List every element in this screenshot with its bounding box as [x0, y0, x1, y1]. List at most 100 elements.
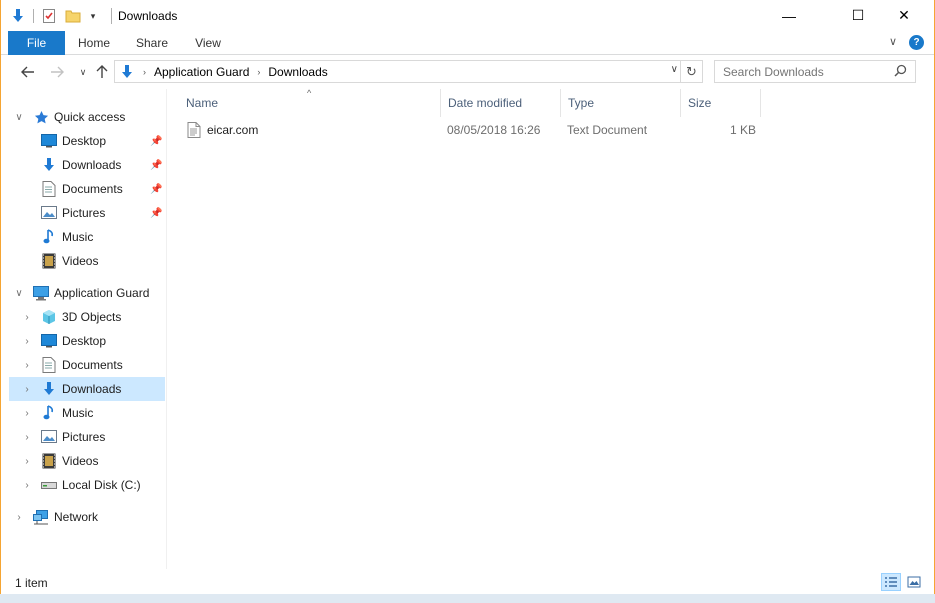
pictures-icon [41, 429, 57, 445]
customize-toolbar-chevron-icon[interactable]: ▾ [84, 7, 102, 25]
desktop-icon [41, 333, 57, 349]
nav-network[interactable]: › Network [9, 505, 165, 529]
nav-label: 3D Objects [62, 310, 122, 324]
this-pc-icon [33, 285, 49, 301]
videos-icon [41, 253, 57, 269]
documents-icon [41, 357, 57, 373]
nav-label: Application Guard [54, 286, 150, 300]
column-header-size[interactable]: Size [681, 89, 761, 117]
nav-label: Local Disk (C:) [62, 478, 141, 492]
expand-chevron-icon[interactable]: › [21, 432, 33, 443]
nav-pictures[interactable]: › Pictures [9, 425, 165, 449]
search-input[interactable] [714, 60, 916, 83]
videos-icon [41, 453, 57, 469]
nav-quick-access-downloads[interactable]: Downloads 📌 [9, 153, 165, 177]
column-header-type[interactable]: Type [561, 89, 681, 117]
breadcrumb-downloads[interactable]: Downloads [268, 65, 327, 79]
desktop-icon [41, 133, 57, 149]
nav-quick-access-pictures[interactable]: Pictures 📌 [9, 201, 165, 225]
nav-quick-access-music[interactable]: Music [9, 225, 165, 249]
expand-chevron-icon[interactable]: › [13, 512, 25, 523]
nav-quick-access-documents[interactable]: Documents 📌 [9, 177, 165, 201]
expand-chevron-icon[interactable]: › [21, 336, 33, 347]
drive-icon [41, 477, 57, 493]
title-bar: ▾ Downloads — ☐ ✕ [1, 0, 934, 31]
desktop-background [0, 594, 935, 603]
expand-chevron-icon[interactable]: › [21, 312, 33, 323]
expand-chevron-icon[interactable]: › [21, 408, 33, 419]
address-bar[interactable]: › Application Guard › Downloads ∨ ↻ [114, 60, 703, 83]
file-date-modified: 08/05/2018 16:26 [447, 123, 541, 137]
file-type: Text Document [567, 123, 648, 137]
title-divider [111, 8, 112, 24]
status-bar: 1 item [1, 570, 934, 594]
pin-icon[interactable]: 📌 [150, 136, 162, 147]
pin-icon[interactable]: 📌 [150, 184, 162, 195]
pictures-icon [41, 205, 57, 221]
address-history-chevron-icon[interactable]: ∨ [671, 64, 678, 75]
downloads-location-icon [119, 64, 135, 80]
nav-music[interactable]: › Music [9, 401, 165, 425]
nav-label: Desktop [62, 134, 107, 148]
ribbon-tabs: File Home Share View ∨ ? [1, 31, 934, 55]
nav-label: Pictures [62, 206, 106, 220]
nav-application-guard[interactable]: ∨ Application Guard [9, 281, 165, 305]
properties-icon[interactable] [40, 7, 58, 25]
tab-share[interactable]: Share [129, 31, 175, 55]
tab-home[interactable]: Home [71, 31, 117, 55]
expand-chevron-icon[interactable]: › [21, 360, 33, 371]
column-header-date-modified[interactable]: Date modified [441, 89, 561, 117]
nav-local-disk[interactable]: › Local Disk (C:) [9, 473, 165, 497]
pin-icon[interactable]: 📌 [150, 208, 162, 219]
expand-chevron-icon[interactable]: › [21, 384, 33, 395]
nav-3d-objects[interactable]: › 3D Objects [9, 305, 165, 329]
maximize-button[interactable]: ☐ [835, 0, 881, 31]
file-size: 1 KB [730, 123, 757, 137]
nav-label: Downloads [62, 382, 122, 396]
expand-chevron-icon[interactable]: › [21, 456, 33, 467]
help-icon[interactable]: ? [909, 35, 924, 50]
file-list: ^ Name Date modified Type Size eicar.com… [167, 88, 934, 569]
column-header-name[interactable]: Name [179, 89, 441, 117]
tab-view[interactable]: View [186, 31, 230, 55]
nav-quick-access-desktop[interactable]: Desktop 📌 [9, 129, 165, 153]
expand-ribbon-chevron-icon[interactable]: ∨ [889, 35, 897, 48]
minimize-button[interactable]: — [766, 0, 812, 31]
nav-quick-access[interactable]: ∨ Quick access [9, 105, 165, 129]
details-view-button[interactable] [881, 573, 901, 591]
search-icon [894, 64, 907, 80]
expand-chevron-icon[interactable]: › [21, 480, 33, 491]
refresh-button[interactable]: ↻ [680, 61, 702, 82]
recent-locations-chevron-icon[interactable]: ∨ [74, 63, 92, 81]
collapse-chevron-icon[interactable]: ∨ [13, 112, 25, 123]
nav-label: Documents [62, 358, 123, 372]
collapse-chevron-icon[interactable]: ∨ [13, 288, 25, 299]
back-button[interactable] [19, 63, 37, 81]
nav-desktop[interactable]: › Desktop [9, 329, 165, 353]
large-icons-view-button[interactable] [904, 573, 924, 591]
nav-downloads[interactable]: › Downloads [9, 377, 165, 401]
music-icon [41, 229, 57, 245]
address-row: ∨ › Application Guard › Downloads ∨ ↻ [1, 55, 934, 89]
breadcrumb-application-guard[interactable]: Application Guard [154, 65, 249, 79]
downloads-icon [41, 157, 57, 173]
nav-label: Network [54, 510, 99, 524]
forward-button[interactable] [48, 63, 66, 81]
new-folder-icon[interactable] [64, 7, 82, 25]
close-button[interactable]: ✕ [881, 0, 927, 31]
tab-file[interactable]: File [8, 31, 65, 55]
nav-label: Downloads [62, 158, 122, 172]
up-button[interactable] [93, 63, 111, 81]
nav-videos[interactable]: › Videos [9, 449, 165, 473]
nav-label: Pictures [62, 430, 106, 444]
pin-icon[interactable]: 📌 [150, 160, 162, 171]
window-title: Downloads [118, 9, 178, 23]
network-icon [33, 509, 49, 525]
file-row[interactable]: eicar.com 08/05/2018 16:26 Text Document… [179, 119, 764, 141]
downloads-folder-icon [9, 7, 27, 25]
file-name: eicar.com [207, 123, 259, 137]
breadcrumb-separator-icon: › [143, 66, 146, 77]
nav-quick-access-videos[interactable]: Videos [9, 249, 165, 273]
3d-objects-icon [41, 309, 57, 325]
nav-documents[interactable]: › Documents [9, 353, 165, 377]
